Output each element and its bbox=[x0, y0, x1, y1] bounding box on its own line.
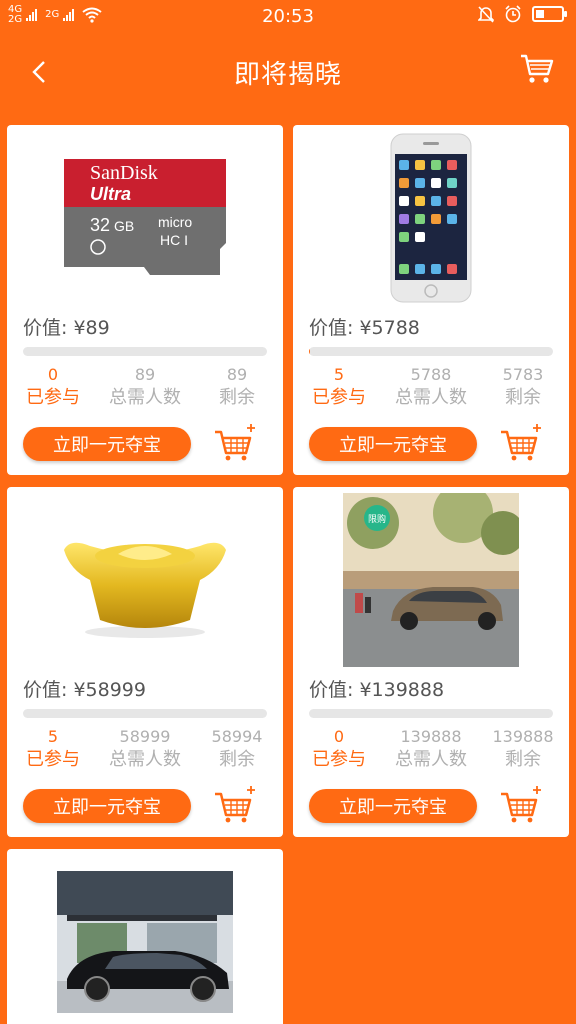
svg-text:GB: GB bbox=[114, 218, 134, 234]
progress-bar bbox=[309, 347, 553, 356]
remaining-count: 5783 bbox=[502, 365, 544, 384]
remaining-count: 139888 bbox=[492, 727, 554, 746]
joined-label: 已参与 bbox=[26, 749, 80, 770]
joined-label: 已参与 bbox=[312, 387, 366, 408]
gold-ingot-image bbox=[64, 542, 226, 638]
product-image-gold-ingot[interactable] bbox=[7, 487, 283, 672]
total-count: 58999 bbox=[119, 727, 171, 746]
product-image-black-sedan[interactable] bbox=[7, 849, 283, 1024]
total-label: 总需人数 bbox=[395, 749, 467, 770]
total-label: 总需人数 bbox=[109, 387, 181, 408]
svg-text:micro: micro bbox=[158, 214, 192, 230]
add-to-cart-icon[interactable] bbox=[499, 785, 543, 825]
product-image-brown-sedan[interactable]: 限购 bbox=[293, 487, 569, 672]
mute-icon bbox=[478, 6, 494, 23]
iphone-image bbox=[390, 133, 472, 302]
buy-now-button[interactable]: 立即一元夺宝 bbox=[309, 427, 477, 461]
product-image-iphone[interactable] bbox=[293, 125, 569, 310]
joined-count: 5 bbox=[47, 727, 59, 746]
purchase-limit-badge: 限购 bbox=[364, 505, 390, 531]
remaining-label: 剩余 bbox=[219, 387, 255, 408]
product-value: 价值: ¥139888 bbox=[309, 679, 445, 701]
add-to-cart-icon[interactable] bbox=[213, 423, 257, 463]
joined-count: 0 bbox=[47, 365, 59, 384]
total-label: 总需人数 bbox=[395, 387, 467, 408]
svg-text:32: 32 bbox=[90, 215, 110, 235]
product-value: 价值: ¥58999 bbox=[23, 679, 146, 701]
svg-text:HC I: HC I bbox=[160, 232, 188, 248]
alarm-icon bbox=[505, 5, 521, 23]
buy-now-button[interactable]: 立即一元夺宝 bbox=[309, 789, 477, 823]
product-card[interactable]: 限购 价值: ¥139888 0 已参与 139888 总需人数 139888 剩余 … bbox=[293, 487, 569, 837]
add-to-cart-icon[interactable] bbox=[213, 785, 257, 825]
total-count: 139888 bbox=[400, 727, 462, 746]
total-count: 89 bbox=[134, 365, 156, 384]
product-value: 价值: ¥89 bbox=[23, 317, 110, 339]
joined-count: 5 bbox=[333, 365, 345, 384]
svg-text:Ultra: Ultra bbox=[90, 184, 131, 204]
black-sedan-image bbox=[57, 871, 233, 1013]
progress-bar bbox=[23, 709, 267, 718]
progress-bar bbox=[309, 709, 553, 718]
product-card[interactable]: 价值: ¥5788 5 已参与 5788 总需人数 5783 剩余 立即一元夺宝 bbox=[293, 125, 569, 475]
sandisk-card-image: SanDisk Ultra 32 GB micro HC I bbox=[64, 159, 226, 275]
remaining-count: 58994 bbox=[211, 727, 263, 746]
joined-label: 已参与 bbox=[26, 387, 80, 408]
product-image-sandisk[interactable]: SanDisk Ultra 32 GB micro HC I bbox=[7, 125, 283, 310]
progress-bar bbox=[23, 347, 267, 356]
remaining-label: 剩余 bbox=[219, 749, 255, 770]
battery-icon bbox=[532, 6, 567, 22]
total-label: 总需人数 bbox=[109, 749, 181, 770]
product-card[interactable] bbox=[7, 849, 283, 1024]
nav-bar: 即将揭晓 bbox=[0, 32, 576, 112]
joined-label: 已参与 bbox=[312, 749, 366, 770]
buy-now-button[interactable]: 立即一元夺宝 bbox=[23, 789, 191, 823]
joined-count: 0 bbox=[333, 727, 345, 746]
svg-text:SanDisk: SanDisk bbox=[90, 162, 158, 184]
status-bar: 4G 2G 2G 20:53 bbox=[0, 0, 576, 32]
total-count: 5788 bbox=[410, 365, 452, 384]
buy-now-button[interactable]: 立即一元夺宝 bbox=[23, 427, 191, 461]
product-card[interactable]: SanDisk Ultra 32 GB micro HC I 价值: ¥89 0… bbox=[7, 125, 283, 475]
shopping-cart-icon[interactable] bbox=[520, 52, 554, 86]
product-value: 价值: ¥5788 bbox=[309, 317, 420, 339]
remaining-label: 剩余 bbox=[505, 749, 541, 770]
page-title: 即将揭晓 bbox=[233, 60, 342, 90]
remaining-count: 89 bbox=[226, 365, 248, 384]
remaining-label: 剩余 bbox=[505, 387, 541, 408]
add-to-cart-icon[interactable] bbox=[499, 423, 543, 463]
product-card[interactable]: 价值: ¥58999 5 已参与 58999 总需人数 58994 剩余 立即一元夺宝 bbox=[7, 487, 283, 837]
